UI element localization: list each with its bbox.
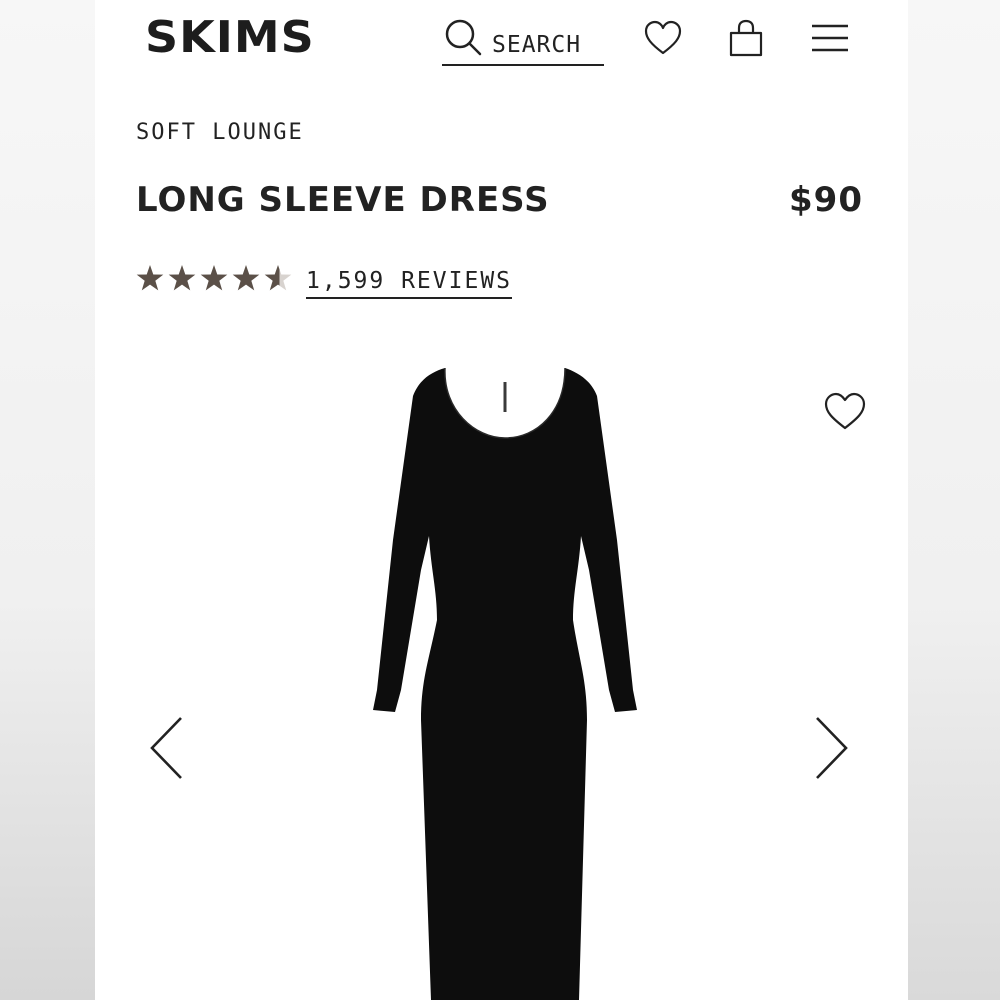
product-title: LONG SLEEVE DRESS — [136, 180, 550, 220]
product-image — [373, 367, 637, 1000]
product-price: $90 — [789, 180, 863, 220]
heart-icon — [644, 20, 682, 55]
left-margin — [0, 0, 95, 1000]
right-margin — [908, 0, 1000, 1000]
next-image-button[interactable] — [812, 715, 852, 786]
cart-button[interactable] — [727, 18, 765, 63]
search-bar[interactable]: SEARCH — [442, 14, 604, 66]
chevron-right-icon — [816, 717, 848, 779]
search-icon — [445, 19, 482, 56]
menu-icon — [812, 24, 848, 52]
heart-icon — [824, 392, 866, 430]
star-icon — [200, 265, 228, 291]
product-category: SOFT LOUNGE — [136, 120, 304, 145]
previous-image-button[interactable] — [147, 715, 187, 786]
image-wishlist-button[interactable] — [823, 390, 867, 437]
star-icon — [264, 265, 292, 291]
brand-logo[interactable]: SKIMS — [145, 11, 315, 62]
shopping-bag-icon — [729, 19, 763, 57]
product-page: SKIMS SEARCH SOFT LOUNGE LONG SLEEVE DRE… — [95, 0, 908, 1000]
menu-button[interactable] — [810, 20, 850, 61]
star-icon — [232, 265, 260, 291]
star-icon — [136, 265, 164, 291]
star-icon — [168, 265, 196, 291]
reviews-link[interactable]: 1,599 REVIEWS — [306, 268, 513, 299]
wishlist-button[interactable] — [643, 18, 683, 63]
search-label: SEARCH — [492, 32, 582, 58]
chevron-left-icon — [150, 717, 182, 779]
rating-stars — [136, 265, 292, 291]
